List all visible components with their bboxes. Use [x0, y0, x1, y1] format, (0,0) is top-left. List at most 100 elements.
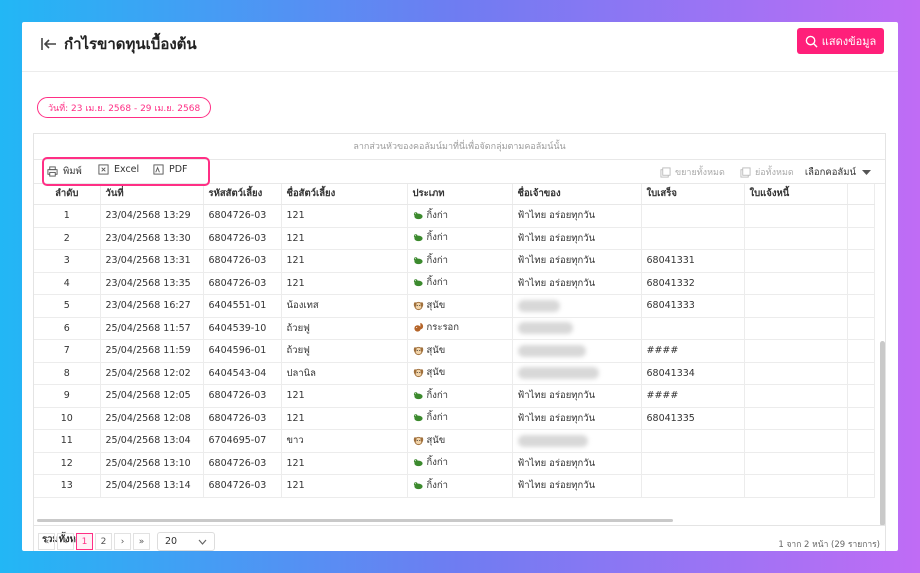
pet-type: กิ้งก่า: [413, 253, 448, 268]
page-size-select[interactable]: 20: [157, 532, 215, 551]
column-header[interactable]: ใบเสร็จ: [641, 184, 745, 205]
cell-no: 12: [34, 452, 101, 475]
cell-invoice: [744, 294, 848, 318]
cell-pet-id: 6804726-03: [203, 407, 282, 430]
table-row[interactable]: 8 25/04/2568 12:02 6404543-04 ปลานิล สุนัข 68…: [34, 362, 875, 385]
pdf-label: PDF: [169, 164, 188, 175]
cell-type: สุนัข: [407, 339, 513, 363]
show-data-button[interactable]: แสดงข้อมูล: [797, 28, 884, 54]
table-row[interactable]: 7 25/04/2568 11:59 6404596-01 ถ้วยฟู สุนัข ##…: [34, 339, 875, 363]
last-page-button[interactable]: »: [133, 533, 150, 550]
excel-button[interactable]: Excel: [98, 164, 139, 175]
column-header[interactable]: ลำดับ: [34, 184, 101, 205]
cell-no: 10: [34, 407, 101, 430]
column-header[interactable]: ใบแจ้งหนี้: [744, 184, 848, 205]
table-row[interactable]: 3 23/04/2568 13:31 6804726-03 121 กิ้งก่า ฟ้า…: [34, 249, 875, 273]
cell-no: 7: [34, 339, 101, 363]
expand-all-button[interactable]: ขยายทั้งหมด: [660, 165, 725, 179]
column-chooser[interactable]: เลือกคอลัมน์: [805, 165, 871, 180]
cell-receipt: [641, 429, 745, 453]
cell-owner: [512, 317, 642, 340]
pet-type-label: สุนัข: [426, 367, 446, 379]
table-row[interactable]: 12 25/04/2568 13:10 6804726-03 121 กิ้งก่า ฟ้…: [34, 452, 875, 475]
lizard-icon: [413, 257, 423, 264]
redacted-owner: [517, 322, 573, 335]
cell-type: กิ้งก่า: [407, 474, 513, 498]
pet-type: กิ้งก่า: [413, 208, 448, 223]
cell-no: 3: [34, 249, 101, 273]
header-row: ลำดับ วันที่ รหัสสัตว์เลี้ยง ชื่อสัตว์เลี้ย…: [34, 184, 875, 205]
lizard-icon: [413, 459, 423, 467]
pet-type-label: กระรอก: [426, 322, 460, 334]
cell-invoice: [744, 474, 848, 498]
cell-date: 25/04/2568 11:59: [100, 339, 204, 363]
cell-receipt: 68041335: [641, 407, 745, 430]
column-header[interactable]: ประเภท: [407, 184, 513, 205]
cell-no: 4: [34, 272, 101, 295]
cell-spacer: [847, 249, 875, 273]
cell-pet-id: 6804726-03: [203, 452, 282, 475]
pet-type-label: กิ้งก่า: [426, 457, 448, 469]
cell-receipt: ####: [641, 339, 745, 363]
cell-pet-id: 6404551-01: [203, 294, 282, 318]
pdf-button[interactable]: PDF: [153, 164, 188, 175]
table-row[interactable]: 13 25/04/2568 13:14 6804726-03 121 กิ้งก่า ฟ้…: [34, 474, 875, 498]
table-row[interactable]: 1 23/04/2568 13:29 6804726-03 121 กิ้งก่า ฟ้า…: [34, 204, 875, 228]
cell-owner: ฟ้าไทย อร่อยทุกวัน: [512, 204, 642, 228]
pet-type: กระรอก: [413, 320, 460, 335]
next-page-button[interactable]: ›: [114, 533, 131, 550]
page-1-button[interactable]: 1: [76, 533, 93, 550]
grid-header: ลำดับ วันที่ รหัสสัตว์เลี้ยง ชื่อสัตว์เลี้ย…: [34, 184, 875, 205]
pdf-icon: [153, 164, 164, 175]
cell-no: 6: [34, 317, 101, 340]
table-row[interactable]: 10 25/04/2568 12:08 6804726-03 121 กิ้งก่า ฟ้…: [34, 407, 875, 430]
cell-no: 8: [34, 362, 101, 385]
collapse-all-button[interactable]: ย่อทั้งหมด: [740, 165, 794, 179]
cell-owner: ฟ้าไทย อร่อยทุกวัน: [512, 407, 642, 430]
cell-spacer: [847, 384, 875, 408]
column-header[interactable]: ชื่อสัตว์เลี้ยง: [281, 184, 408, 205]
horizontal-scrollbar[interactable]: [37, 519, 673, 522]
column-header[interactable]: ชื่อเจ้าของ: [512, 184, 642, 205]
cell-type: กิ้งก่า: [407, 272, 513, 295]
cell-owner: [512, 339, 642, 363]
table-row[interactable]: 11 25/04/2568 13:04 6704695-07 ขาว สุนัข: [34, 429, 875, 453]
cell-pet-id: 6404543-04: [203, 362, 282, 385]
print-button[interactable]: พิมพ์: [47, 164, 82, 179]
table-row[interactable]: 4 23/04/2568 13:35 6804726-03 121 กิ้งก่า ฟ้า…: [34, 272, 875, 295]
vertical-scrollbar[interactable]: [880, 341, 885, 526]
cell-date: 23/04/2568 13:29: [100, 204, 204, 228]
cell-no: 11: [34, 429, 101, 453]
cell-spacer: [847, 204, 875, 228]
table-row[interactable]: 6 25/04/2568 11:57 6404539-10 ถ้วยฟู กระรอก: [34, 317, 875, 340]
cell-type: กิ้งก่า: [407, 384, 513, 408]
pet-type: กิ้งก่า: [413, 275, 448, 290]
cell-pet-id: 6804726-03: [203, 474, 282, 498]
dog-icon: [413, 436, 423, 445]
table-row[interactable]: 5 23/04/2568 16:27 6404551-01 น้องเทส สุนัข 6…: [34, 294, 875, 318]
lizard-icon: [413, 279, 423, 287]
back-arrow-icon[interactable]: [40, 35, 58, 53]
cell-pet-name: ปลานิล: [281, 362, 408, 385]
cell-pet-name: 121: [281, 407, 408, 430]
pet-type-label: สุนัข: [426, 344, 446, 356]
cell-type: กระรอก: [407, 317, 513, 340]
cell-type: กิ้งก่า: [407, 249, 513, 273]
column-header[interactable]: รหัสสัตว์เลี้ยง: [203, 184, 282, 205]
pet-type: สุนัข: [413, 298, 445, 313]
date-range-badge[interactable]: วันที่: 23 เม.ย. 2568 - 29 เม.ย. 2568: [37, 97, 212, 118]
first-page-button[interactable]: «: [38, 533, 55, 550]
cell-receipt: ####: [641, 384, 745, 408]
grid-toolbar: พิมพ์ Excel PDF ขยายทั้งหมด ย่อทั้งหมด เ…: [34, 157, 885, 186]
print-label: พิมพ์: [63, 166, 82, 177]
cell-type: กิ้งก่า: [407, 452, 513, 475]
column-header[interactable]: วันที่: [100, 184, 204, 205]
cell-date: 23/04/2568 13:30: [100, 227, 204, 250]
cell-invoice: [744, 249, 848, 273]
table-row[interactable]: 2 23/04/2568 13:30 6804726-03 121 กิ้งก่า ฟ้า…: [34, 227, 875, 250]
page-header: กำไรขาดทุนเบื้องต้น แสดงข้อมูล: [22, 22, 898, 72]
pager: « ‹ 1 2 › » 20: [38, 532, 215, 551]
prev-page-button[interactable]: ‹: [57, 533, 74, 550]
table-row[interactable]: 9 25/04/2568 12:05 6804726-03 121 กิ้งก่า ฟ้า…: [34, 384, 875, 408]
page-2-button[interactable]: 2: [95, 533, 112, 550]
